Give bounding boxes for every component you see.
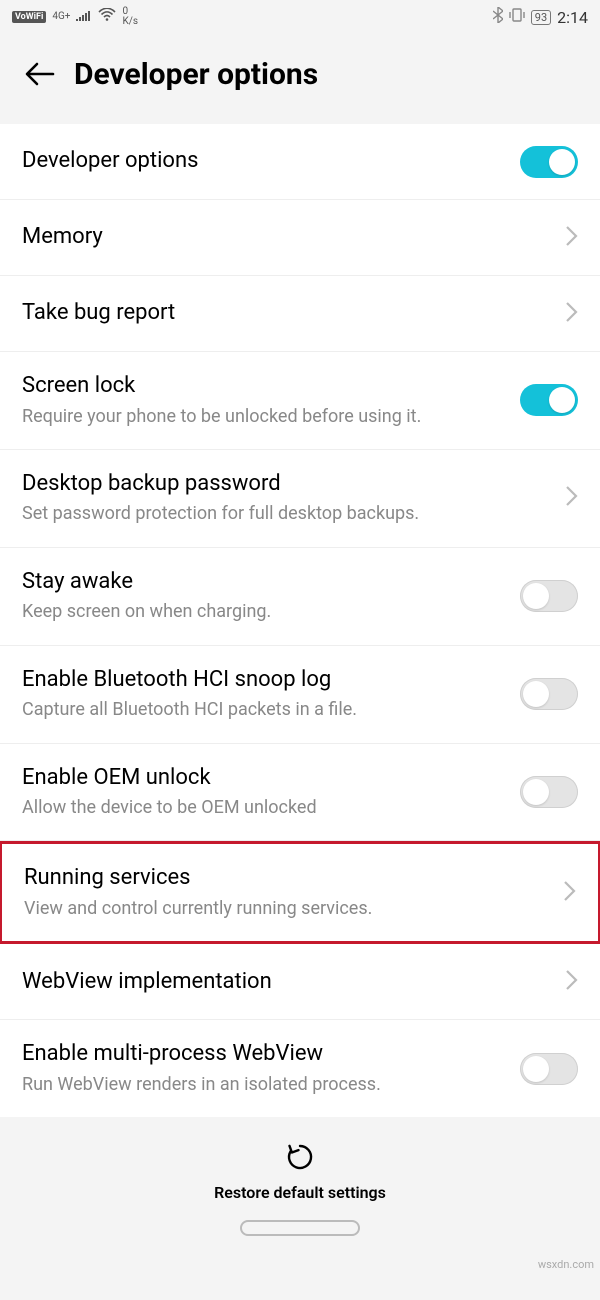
status-bar: VoWiFi 4G+ 0K/s 93 2:14	[0, 0, 600, 34]
restore-label: Restore default settings	[214, 1183, 386, 1202]
row-title: WebView implementation	[22, 968, 548, 997]
battery-indicator: 93	[531, 10, 551, 25]
wifi-icon	[98, 8, 116, 26]
row-subtitle: Run WebView renders in an isolated proce…	[22, 1073, 504, 1097]
row-multi-process-webview[interactable]: Enable multi-process WebView Run WebView…	[0, 1020, 600, 1117]
watermark: wsxdn.com	[0, 1256, 600, 1273]
chevron-right-icon	[564, 301, 578, 327]
row-hci-snoop-log[interactable]: Enable Bluetooth HCI snoop log Capture a…	[0, 646, 600, 744]
restore-icon	[284, 1141, 316, 1177]
row-subtitle: Allow the device to be OEM unlocked	[22, 796, 504, 820]
hci-snoop-toggle[interactable]	[520, 678, 578, 710]
home-indicator[interactable]	[240, 1220, 360, 1236]
chevron-right-icon	[564, 485, 578, 511]
settings-list: Developer options Memory Take bug report…	[0, 124, 600, 1117]
row-desktop-backup-password[interactable]: Desktop backup password Set password pro…	[0, 450, 600, 548]
row-subtitle: Require your phone to be unlocked before…	[22, 405, 504, 429]
row-webview-implementation[interactable]: WebView implementation	[0, 944, 600, 1020]
row-title: Stay awake	[22, 568, 504, 597]
row-memory[interactable]: Memory	[0, 200, 600, 276]
bluetooth-icon	[493, 7, 503, 27]
row-subtitle: Capture all Bluetooth HCI packets in a f…	[22, 698, 504, 722]
app-header: Developer options	[0, 34, 600, 124]
row-title: Take bug report	[22, 299, 548, 328]
multi-process-webview-toggle[interactable]	[520, 1053, 578, 1085]
row-screen-lock[interactable]: Screen lock Require your phone to be unl…	[0, 352, 600, 450]
row-title: Enable OEM unlock	[22, 764, 504, 793]
row-title: Memory	[22, 223, 548, 252]
row-title: Screen lock	[22, 372, 504, 401]
status-left: VoWiFi 4G+ 0K/s	[12, 7, 138, 27]
page-title: Developer options	[74, 57, 318, 92]
developer-options-toggle[interactable]	[520, 146, 578, 178]
row-oem-unlock[interactable]: Enable OEM unlock Allow the device to be…	[0, 744, 600, 842]
clock: 2:14	[557, 8, 588, 27]
back-arrow-icon	[25, 59, 55, 89]
screen-lock-toggle[interactable]	[520, 384, 578, 416]
row-developer-options[interactable]: Developer options	[0, 124, 600, 200]
row-title: Desktop backup password	[22, 470, 548, 499]
row-stay-awake[interactable]: Stay awake Keep screen on when charging.	[0, 548, 600, 646]
row-subtitle: Keep screen on when charging.	[22, 600, 504, 624]
row-title: Developer options	[22, 147, 504, 176]
vowifi-badge: VoWiFi	[12, 11, 46, 23]
status-right: 93 2:14	[493, 7, 588, 27]
row-subtitle: View and control currently running servi…	[24, 897, 546, 921]
signal-icon	[76, 9, 92, 25]
row-subtitle: Set password protection for full desktop…	[22, 502, 548, 526]
vibrate-icon	[509, 8, 525, 26]
footer-bar: Restore default settings	[0, 1117, 600, 1256]
network-type: 4G+	[52, 12, 70, 22]
row-running-services[interactable]: Running services View and control curren…	[0, 841, 600, 944]
chevron-right-icon	[564, 225, 578, 251]
row-bug-report[interactable]: Take bug report	[0, 276, 600, 352]
row-title: Enable multi-process WebView	[22, 1040, 504, 1069]
back-button[interactable]	[20, 54, 60, 94]
row-title: Running services	[24, 864, 546, 893]
row-title: Enable Bluetooth HCI snoop log	[22, 666, 504, 695]
oem-unlock-toggle[interactable]	[520, 776, 578, 808]
chevron-right-icon	[562, 880, 576, 906]
stay-awake-toggle[interactable]	[520, 580, 578, 612]
chevron-right-icon	[564, 969, 578, 995]
restore-default-button[interactable]: Restore default settings	[214, 1141, 386, 1202]
net-speed: 0K/s	[122, 7, 138, 27]
